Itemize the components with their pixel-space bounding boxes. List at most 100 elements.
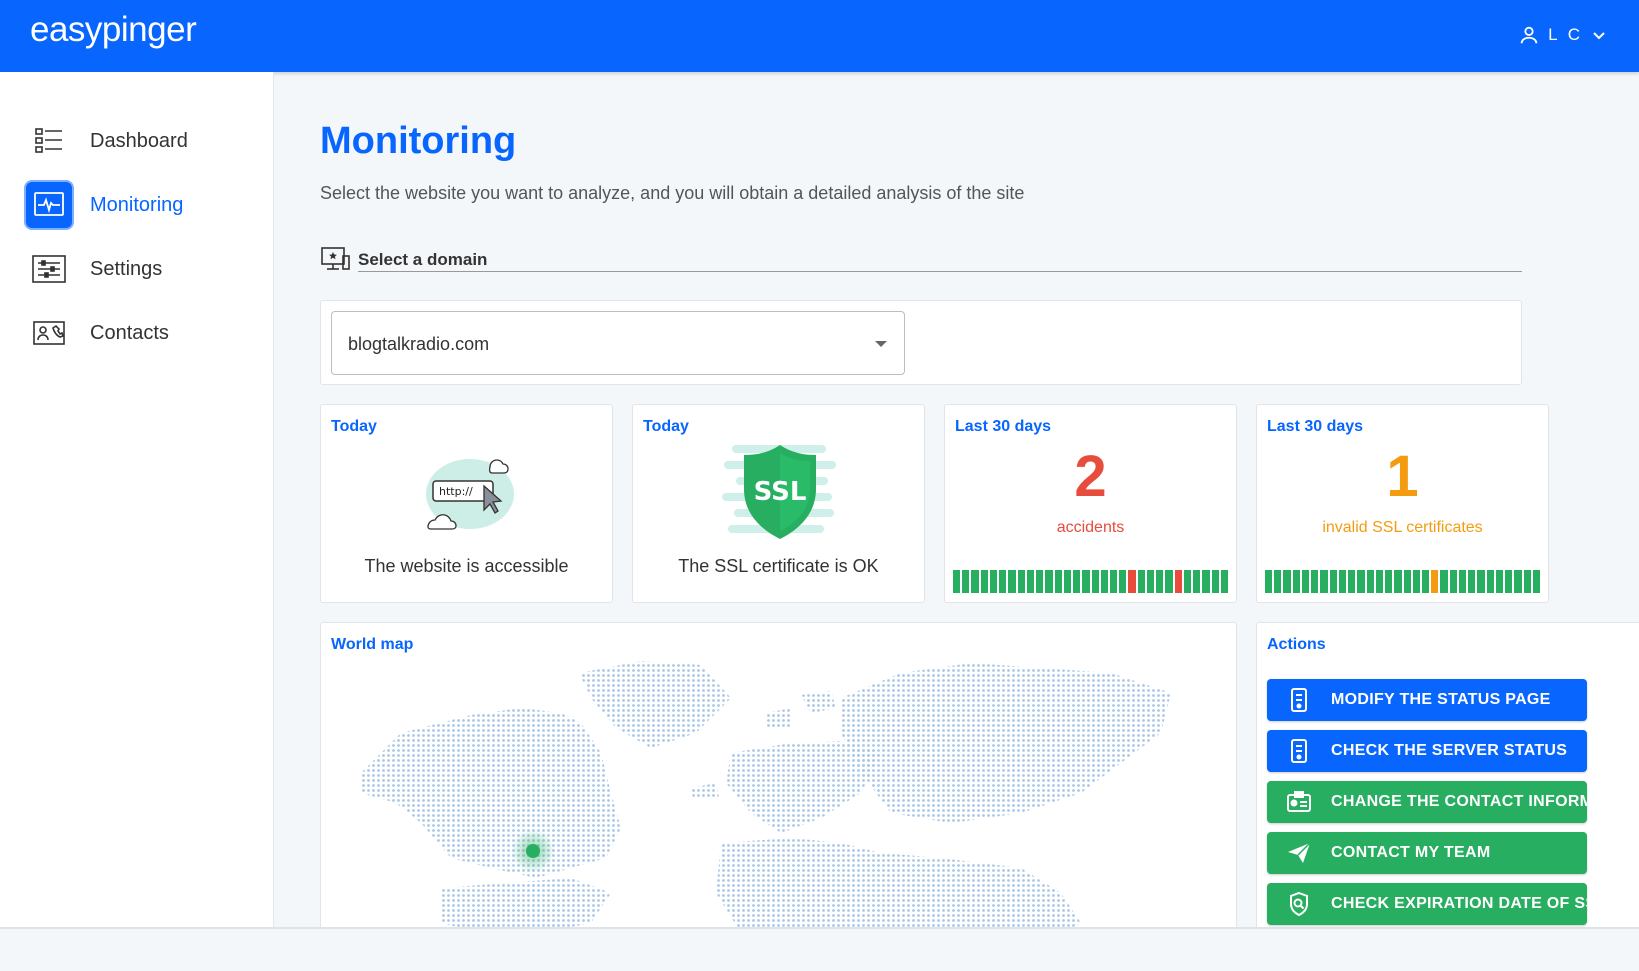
day-status-bar [1146, 570, 1155, 593]
day-status-bar [1274, 570, 1282, 593]
sidebar-item-label: Dashboard [90, 129, 188, 152]
day-status-bar [1054, 570, 1062, 593]
day-status-bar [1348, 570, 1356, 593]
http-text: http:// [439, 485, 473, 498]
action-label: CHECK EXPIRATION DATE OF SSL [1331, 895, 1587, 912]
access-caption: The website is accessible [364, 556, 569, 576]
main-content: Monitoring Select the website you want t… [274, 72, 1639, 928]
day-status-bar [1505, 570, 1513, 593]
day-status-bar [1109, 570, 1118, 593]
user-icon [1518, 24, 1540, 46]
domain-select-value: blogtalkradio.com [348, 334, 490, 354]
server-icon [1267, 687, 1331, 713]
world-map [361, 661, 1171, 928]
day-status-bar [1486, 570, 1494, 593]
day-status-bar [1301, 570, 1310, 593]
day-status-bar [1366, 570, 1374, 593]
card-title: Last 30 days [1267, 418, 1364, 435]
day-status-bar [1514, 570, 1522, 593]
action-label: CHANGE THE CONTACT INFORMATION [1331, 793, 1587, 810]
day-status-bar [1412, 570, 1420, 593]
sidebar-item-settings[interactable]: Settings [26, 246, 162, 292]
domain-section-header: Select a domain [320, 245, 1522, 273]
day-status-bar [1128, 570, 1136, 593]
day-status-bar [1017, 570, 1025, 593]
day-status-bar [1036, 570, 1044, 593]
divider [0, 927, 1639, 929]
accidents-card: Last 30 days 2 accidents [944, 404, 1237, 603]
sidebar: Dashboard Monitoring Settings Contacts [0, 72, 274, 928]
day-status-bar [1495, 570, 1504, 593]
day-status-bar [1165, 570, 1173, 593]
day-status-bar [962, 570, 970, 593]
dropdown-caret-icon [875, 341, 887, 347]
domain-select[interactable]: blogtalkradio.com [331, 311, 905, 375]
page-title: Monitoring [320, 120, 517, 162]
action-label: CHECK THE SERVER STATUS [1331, 742, 1568, 759]
access-status-card: Today http:// The website is accessible [320, 404, 613, 603]
user-menu[interactable]: L C [1518, 24, 1607, 46]
ssl-shield-icon: SSL [722, 441, 838, 552]
page-subtitle: Select the website you want to analyze, … [320, 183, 1025, 203]
sidebar-item-label: Contacts [90, 321, 169, 344]
day-status-bar [1468, 570, 1476, 593]
dashboard-icon [26, 118, 72, 164]
shield-search-icon [1267, 891, 1331, 917]
day-status-bar [1385, 570, 1393, 593]
divider [358, 271, 1522, 272]
card-title: Today [331, 418, 377, 435]
check-server-status-button[interactable]: CHECK THE SERVER STATUS [1267, 730, 1587, 772]
http-cloud-icon: http:// [418, 449, 518, 540]
server-icon [1267, 738, 1331, 764]
invalid-ssl-count: 1 [1386, 444, 1419, 509]
day-status-bar [1026, 570, 1035, 593]
day-status-bar [1477, 570, 1485, 593]
day-status-bar [1292, 570, 1300, 593]
day-status-bar [1449, 570, 1457, 593]
day-status-bar [1421, 570, 1430, 593]
day-status-bar [1532, 570, 1541, 593]
monitor-pulse-icon [26, 182, 72, 228]
domain-select-card: blogtalkradio.com [320, 300, 1522, 385]
day-status-bar [1183, 570, 1192, 593]
ssl-badge-text: SSL [754, 477, 807, 507]
change-contact-info-button[interactable]: CHANGE THE CONTACT INFORMATION [1267, 781, 1587, 823]
accidents-day-bars [953, 570, 1229, 593]
day-status-bar [1329, 570, 1337, 593]
invalid-ssl-card: Last 30 days 1 invalid SSL certificates [1256, 404, 1549, 603]
sidebar-item-contacts[interactable]: Contacts [26, 310, 169, 356]
card-title: Today [643, 418, 689, 435]
app-logo[interactable]: easypinger [30, 10, 197, 50]
sidebar-item-monitoring[interactable]: Monitoring [26, 182, 183, 228]
day-status-bar [1220, 570, 1229, 593]
day-status-bar [1394, 570, 1402, 593]
accidents-count: 2 [1074, 444, 1107, 509]
sidebar-item-label: Settings [90, 257, 163, 280]
day-status-bar [1403, 570, 1411, 593]
action-label: CONTACT MY TEAM [1331, 844, 1491, 861]
day-status-bar [999, 570, 1007, 593]
day-status-bar [1283, 570, 1291, 593]
card-title: Actions [1267, 636, 1326, 653]
ssl-status-card: Today SSL The SSL certificate is OK [632, 404, 925, 603]
top-bar: easypinger L C [0, 0, 1639, 72]
day-status-bar [1211, 570, 1219, 593]
sidebar-item-dashboard[interactable]: Dashboard [26, 118, 188, 164]
day-status-bar [971, 570, 979, 593]
action-label: MODIFY THE STATUS PAGE [1331, 691, 1551, 708]
check-ssl-expiration-button[interactable]: CHECK EXPIRATION DATE OF SSL [1267, 883, 1587, 925]
day-status-bar [980, 570, 988, 593]
day-status-bar [1073, 570, 1081, 593]
day-status-bar [1119, 570, 1127, 593]
modify-status-page-button[interactable]: MODIFY THE STATUS PAGE [1267, 679, 1587, 721]
day-status-bar [1156, 570, 1164, 593]
world-map-card: World map [320, 622, 1237, 928]
user-initials: L C [1548, 25, 1583, 44]
day-status-bar [1100, 570, 1108, 593]
day-status-bar [1265, 570, 1273, 593]
day-status-bar [1375, 570, 1384, 593]
domain-section-label: Select a domain [358, 250, 488, 269]
contact-my-team-button[interactable]: CONTACT MY TEAM [1267, 832, 1587, 874]
day-status-bar [1431, 570, 1439, 593]
card-title: Last 30 days [955, 418, 1052, 435]
